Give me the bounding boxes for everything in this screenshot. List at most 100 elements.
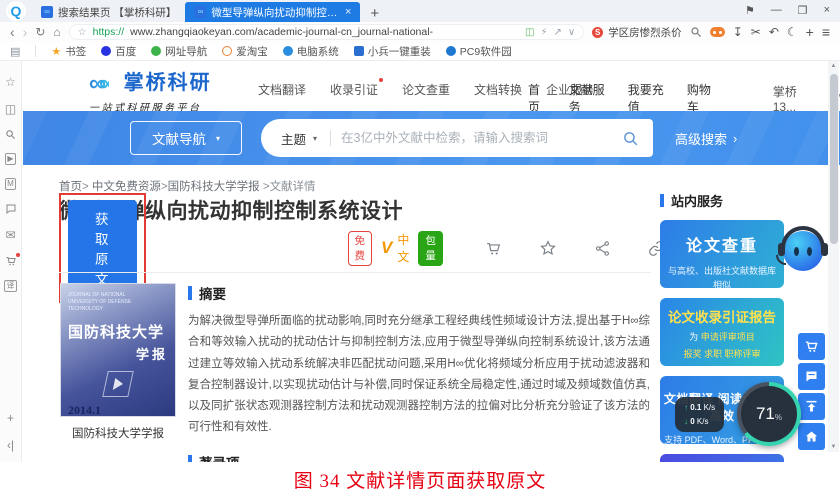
forward-icon[interactable]: › [23, 25, 28, 39]
search-icon[interactable] [690, 26, 702, 38]
bookmark-pc-system[interactable]: 电脑系统 [283, 44, 339, 59]
citation-report-card[interactable]: 论文收录引证报告 为 申请评审项目 报奖 求职 职称评审 等提供证明 [660, 298, 784, 366]
crumb-home[interactable]: 首页 [59, 181, 82, 193]
search-banner: 文献导航 ▾ 主题 ▾ 高级搜索 › [23, 111, 840, 165]
doc-convert-card[interactable]: 文档转换 [660, 454, 784, 462]
search-input[interactable] [331, 131, 622, 145]
scroll-up-icon[interactable]: ▲ [828, 63, 839, 69]
site-favicon: ∞ [194, 6, 206, 18]
logo-text: 掌桥科研 [124, 72, 212, 94]
download-icon[interactable]: ↧ [733, 26, 743, 38]
tab-search-results[interactable]: ∞ 搜索结果页 【掌桥科研】 [32, 2, 185, 22]
add-panel-icon[interactable]: + [7, 411, 14, 425]
figure-caption: 图 34 文献详情页面获取原文 [0, 466, 840, 493]
video-icon[interactable]: ▶ [5, 153, 16, 165]
scissors-icon[interactable]: ✂ [751, 26, 761, 38]
undo-icon[interactable]: ↶ [769, 26, 779, 38]
translate-icon[interactable]: 译 [4, 280, 17, 292]
chat-icon[interactable] [5, 203, 17, 215]
bookmark-pc9[interactable]: PC9软件园 [446, 44, 512, 59]
abstract-text: 为解决微型导弹所面临的扰动影响,同时充分继承工程经典线性频域设计方法,提出基于H… [188, 311, 650, 439]
share-icon[interactable] [594, 240, 611, 257]
favorite-star-icon[interactable]: ☆ [78, 27, 87, 38]
search-icon[interactable] [5, 129, 16, 140]
doc-navigation-button[interactable]: 文献导航 ▾ [130, 121, 242, 155]
nav-recharge[interactable]: 我要充值 [628, 81, 665, 115]
skin-icon[interactable]: ⚑ [745, 4, 755, 17]
crumb-journal[interactable]: 国防科技大学学报 [168, 181, 260, 193]
send-icon[interactable]: ↗ [553, 27, 561, 38]
collapse-icon[interactable]: ‹| [7, 438, 14, 452]
divider [35, 45, 36, 57]
journal-name-caption[interactable]: 国防科技大学学报 [60, 425, 176, 441]
tab-close-icon[interactable]: × [345, 6, 351, 18]
crumb-free-resources[interactable]: 中文免费资源 [92, 181, 161, 193]
tab-document-detail[interactable]: ∞ 微型导弹纵向扰动抑制控制系统设计 × [185, 2, 360, 22]
abstract-heading: 摘要 [188, 283, 650, 303]
close-button[interactable]: × [824, 4, 830, 16]
minimize-button[interactable]: — [771, 4, 782, 16]
plagiarism-check-card[interactable]: 论文查重 与高校、出版社文献数据库相似 [660, 220, 784, 288]
float-cart-button[interactable] [798, 333, 825, 360]
nav-home[interactable]: 首页 [528, 81, 547, 115]
advanced-search-link[interactable]: 高级搜索 › [675, 129, 737, 148]
new-tab-button[interactable]: + [360, 5, 389, 22]
back-to-top-button[interactable] [798, 393, 825, 420]
add-icon[interactable]: + [806, 25, 814, 39]
journal-cover-image[interactable]: JOURNAL OF NATIONAL UNIVERSITY OF DEFENS… [60, 283, 176, 417]
reader-mode-icon[interactable]: ◫ [525, 27, 534, 38]
cover-journal-title: 国防科技大学 [68, 321, 168, 342]
back-icon[interactable]: ‹ [10, 25, 15, 39]
bookmarks-folder[interactable]: ★ 书签 [51, 44, 86, 59]
refresh-icon[interactable]: ↻ [35, 26, 45, 38]
sidebar-panel-icon[interactable]: ▤ [10, 45, 20, 58]
customer-service-mascot[interactable] [780, 227, 826, 273]
search-scope-dropdown[interactable]: 主题 ▾ [261, 129, 330, 148]
nav-doc-translate[interactable]: 文档翻译 [258, 81, 306, 98]
favorites-icon[interactable]: ☆ [5, 75, 16, 89]
media-icon[interactable]: M [5, 178, 17, 190]
search-icon[interactable] [622, 130, 639, 147]
divider [59, 272, 651, 273]
nav-cart[interactable]: 购物车 [687, 81, 715, 115]
username[interactable]: 掌桥13... [773, 83, 810, 114]
maximize-button[interactable]: ❐ [798, 4, 808, 17]
scrollbar-thumb[interactable] [830, 74, 838, 244]
favorite-star-icon[interactable] [539, 239, 557, 257]
page-scrollbar[interactable]: ▲ ▼ [828, 61, 839, 452]
float-home-button[interactable] [798, 423, 825, 450]
browser-logo-icon[interactable]: Q [6, 1, 26, 21]
menu-icon[interactable]: ≡ [822, 25, 830, 39]
home-icon[interactable]: ⌂ [53, 26, 60, 38]
get-fulltext-button[interactable]: 获取原文 [68, 200, 137, 296]
nav-citation[interactable]: 收录引证 [330, 81, 378, 98]
bookmark-baidu[interactable]: 百度 [101, 44, 136, 59]
lightning-icon[interactable]: ⚡ [540, 27, 547, 38]
reading-icon[interactable]: ◫ [5, 102, 16, 116]
scroll-down-icon[interactable]: ▼ [828, 444, 839, 450]
action-icons [485, 239, 665, 257]
bookmark-taobao[interactable]: 爱淘宝 [222, 44, 268, 59]
mail-icon[interactable]: ✉ [5, 228, 15, 242]
acceleration-ball[interactable]: 71 % [737, 382, 801, 446]
address-bar[interactable]: ☆ https:// www.zhangqiaokeyan.com/academ… [69, 24, 585, 40]
nav-plagiarism[interactable]: 论文查重 [402, 81, 450, 98]
hot-search-text[interactable]: 学区房惨烈杀价 [608, 25, 682, 40]
cart-icon[interactable] [5, 255, 17, 267]
float-feedback-button[interactable] [798, 363, 825, 390]
hot-search[interactable]: S 学区房惨烈杀价 [592, 25, 682, 40]
add-to-cart-icon[interactable] [485, 240, 502, 257]
site-logo[interactable]: ∞∞ 掌桥科研 一站式科研服务平台 [89, 66, 212, 114]
caret-down-icon: ▾ [216, 134, 220, 143]
chevron-down-icon[interactable]: ∨ [568, 27, 575, 38]
network-speed-tooltip: ↑ 0.1 K/s ↓ 0 K/s [675, 397, 724, 432]
nav-doc-service[interactable]: 文献服务 [569, 81, 606, 115]
breadcrumb: 首页> 中文免费资源>国防科技大学学报 >文献详情 [59, 178, 316, 194]
services-heading: 站内服务 [660, 191, 784, 210]
game-center-icon[interactable] [710, 27, 725, 37]
bookmark-reinstall[interactable]: 小兵一键重装 [354, 44, 431, 59]
bookmark-nav[interactable]: 网址导航 [151, 44, 207, 59]
nav-doc-convert[interactable]: 文档转换 [474, 81, 522, 98]
browser-side-rail: ☆ ◫ ▶ M ✉ 译 + ‹| [0, 61, 22, 462]
moon-icon[interactable]: ☾ [787, 26, 798, 38]
